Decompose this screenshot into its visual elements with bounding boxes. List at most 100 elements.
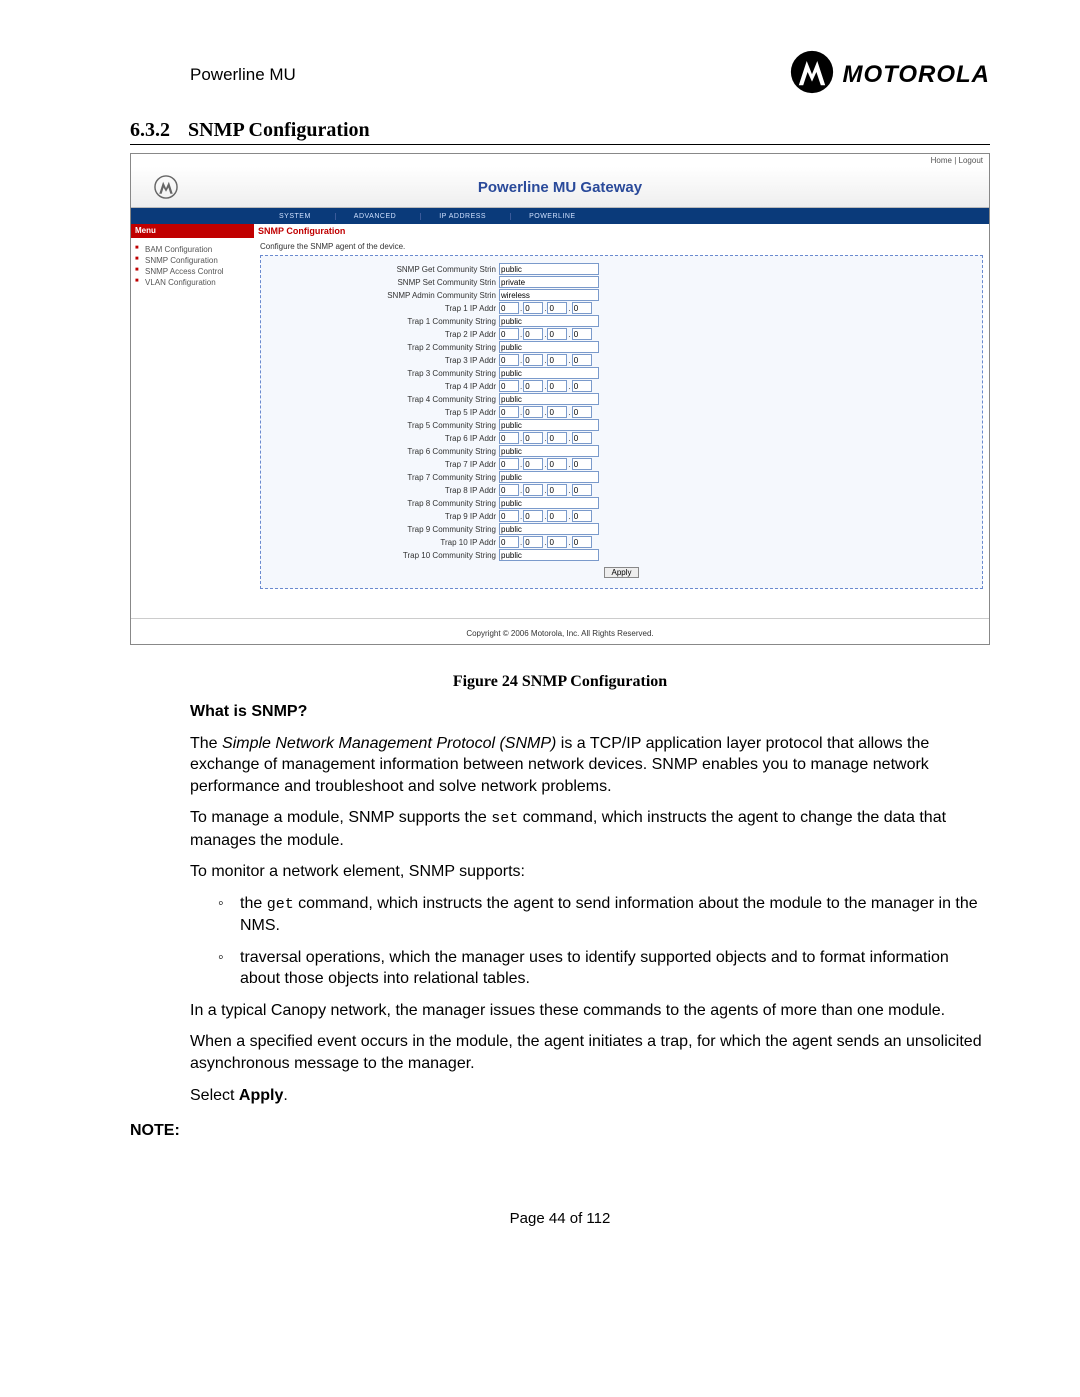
paragraph-6: Select Apply. bbox=[190, 1085, 990, 1107]
trap-9-oct1[interactable] bbox=[499, 510, 519, 522]
admin-community-label: SNMP Admin Community Strin bbox=[271, 291, 499, 300]
nav-advanced[interactable]: ADVANCED bbox=[335, 213, 414, 220]
trap-2-oct1[interactable] bbox=[499, 328, 519, 340]
trap-5-cs-label: Trap 5 Community String bbox=[271, 421, 499, 430]
trap-5-oct4[interactable] bbox=[572, 406, 592, 418]
bullet-traversal: traversal operations, which the manager … bbox=[218, 947, 990, 990]
trap-10-oct3[interactable] bbox=[547, 536, 567, 548]
trap-7-cs-input[interactable] bbox=[499, 471, 599, 483]
trap-10-ip-label: Trap 10 IP Addr bbox=[271, 538, 499, 547]
trap-9-ip-label: Trap 9 IP Addr bbox=[271, 512, 499, 521]
set-community-input[interactable] bbox=[499, 276, 599, 288]
trap-7-oct1[interactable] bbox=[499, 458, 519, 470]
trap-4-oct3[interactable] bbox=[547, 380, 567, 392]
sidebar-item-vlan[interactable]: VLAN Configuration bbox=[143, 277, 250, 288]
trap-6-oct2[interactable] bbox=[523, 432, 543, 444]
trap-8-oct2[interactable] bbox=[523, 484, 543, 496]
sidebar-item-snmp-config[interactable]: SNMP Configuration bbox=[143, 255, 250, 266]
paragraph-4: In a typical Canopy network, the manager… bbox=[190, 1000, 990, 1022]
trap-2-oct3[interactable] bbox=[547, 328, 567, 340]
apply-button[interactable]: Apply bbox=[604, 567, 638, 578]
trap-2-cs-input[interactable] bbox=[499, 341, 599, 353]
section-heading: 6.3.2SNMP Configuration bbox=[130, 119, 990, 145]
get-community-label: SNMP Get Community Strin bbox=[271, 265, 499, 274]
gateway-title: Powerline MU Gateway bbox=[201, 179, 989, 196]
trap-1-cs-input[interactable] bbox=[499, 315, 599, 327]
trap-9-cs-input[interactable] bbox=[499, 523, 599, 535]
trap-10-oct2[interactable] bbox=[523, 536, 543, 548]
nav-system[interactable]: SYSTEM bbox=[261, 213, 329, 220]
trap-3-oct1[interactable] bbox=[499, 354, 519, 366]
trap-8-oct4[interactable] bbox=[572, 484, 592, 496]
top-links[interactable]: Home | Logout bbox=[131, 154, 989, 167]
trap-10-cs-input[interactable] bbox=[499, 549, 599, 561]
trap-8-cs-input[interactable] bbox=[499, 497, 599, 509]
bullet-get: the get command, which instructs the age… bbox=[218, 893, 990, 937]
trap-10-oct4[interactable] bbox=[572, 536, 592, 548]
what-is-snmp-heading: What is SNMP? bbox=[190, 701, 990, 723]
trap-1-oct4[interactable] bbox=[572, 302, 592, 314]
trap-4-cs-input[interactable] bbox=[499, 393, 599, 405]
get-community-input[interactable] bbox=[499, 263, 599, 275]
trap-1-oct3[interactable] bbox=[547, 302, 567, 314]
paragraph-1: The Simple Network Management Protocol (… bbox=[190, 733, 990, 798]
brand-wordmark: MOTOROLA bbox=[842, 61, 990, 89]
body-text: What is SNMP? The Simple Network Managem… bbox=[130, 701, 990, 1106]
nav-ipaddress[interactable]: IP ADDRESS bbox=[420, 213, 504, 220]
trap-4-oct2[interactable] bbox=[523, 380, 543, 392]
trap-5-oct2[interactable] bbox=[523, 406, 543, 418]
paragraph-2: To manage a module, SNMP supports the se… bbox=[190, 807, 990, 851]
trap-5-oct3[interactable] bbox=[547, 406, 567, 418]
trap-3-oct3[interactable] bbox=[547, 354, 567, 366]
trap-7-oct4[interactable] bbox=[572, 458, 592, 470]
page-header: Powerline MU MOTOROLA bbox=[130, 50, 990, 99]
trap-5-cs-input[interactable] bbox=[499, 419, 599, 431]
set-community-label: SNMP Set Community Strin bbox=[271, 278, 499, 287]
trap-3-cs-label: Trap 3 Community String bbox=[271, 369, 499, 378]
trap-7-cs-label: Trap 7 Community String bbox=[271, 473, 499, 482]
trap-2-oct2[interactable] bbox=[523, 328, 543, 340]
trap-10-oct1[interactable] bbox=[499, 536, 519, 548]
trap-8-cs-label: Trap 8 Community String bbox=[271, 499, 499, 508]
nav-powerline[interactable]: POWERLINE bbox=[510, 213, 594, 220]
embedded-screenshot: Home | Logout Powerline MU Gateway SYSTE… bbox=[130, 153, 990, 645]
sidebar: BAM Configuration SNMP Configuration SNM… bbox=[131, 238, 254, 618]
trap-3-oct2[interactable] bbox=[523, 354, 543, 366]
trap-2-ip-label: Trap 2 IP Addr bbox=[271, 330, 499, 339]
trap-1-cs-label: Trap 1 Community String bbox=[271, 317, 499, 326]
trap-6-oct1[interactable] bbox=[499, 432, 519, 444]
trap-6-cs-label: Trap 6 Community String bbox=[271, 447, 499, 456]
trap-8-oct1[interactable] bbox=[499, 484, 519, 496]
trap-2-oct4[interactable] bbox=[572, 328, 592, 340]
trap-9-oct3[interactable] bbox=[547, 510, 567, 522]
brand-logo: MOTOROLA bbox=[790, 50, 990, 99]
page-footer: Page 44 of 112 bbox=[130, 1210, 990, 1227]
trap-6-oct4[interactable] bbox=[572, 432, 592, 444]
trap-1-oct1[interactable] bbox=[499, 302, 519, 314]
sidebar-item-bam[interactable]: BAM Configuration bbox=[143, 244, 250, 255]
trap-8-oct3[interactable] bbox=[547, 484, 567, 496]
trap-1-ip-label: Trap 1 IP Addr bbox=[271, 304, 499, 313]
trap-4-ip-label: Trap 4 IP Addr bbox=[271, 382, 499, 391]
trap-1-oct2[interactable] bbox=[523, 302, 543, 314]
sidebar-item-snmp-access[interactable]: SNMP Access Control bbox=[143, 266, 250, 277]
trap-9-oct4[interactable] bbox=[572, 510, 592, 522]
trap-4-oct4[interactable] bbox=[572, 380, 592, 392]
trap-9-oct2[interactable] bbox=[523, 510, 543, 522]
admin-community-input[interactable] bbox=[499, 289, 599, 301]
trap-4-oct1[interactable] bbox=[499, 380, 519, 392]
trap-7-oct3[interactable] bbox=[547, 458, 567, 470]
motorola-icon bbox=[790, 50, 834, 99]
trap-6-cs-input[interactable] bbox=[499, 445, 599, 457]
trap-9-cs-label: Trap 9 Community String bbox=[271, 525, 499, 534]
trap-3-cs-input[interactable] bbox=[499, 367, 599, 379]
gateway-logo-icon bbox=[131, 175, 201, 199]
trap-7-ip-label: Trap 7 IP Addr bbox=[271, 460, 499, 469]
trap-3-oct4[interactable] bbox=[572, 354, 592, 366]
trap-5-ip-label: Trap 5 IP Addr bbox=[271, 408, 499, 417]
menu-label: Menu bbox=[131, 224, 254, 238]
trap-6-oct3[interactable] bbox=[547, 432, 567, 444]
trap-7-oct2[interactable] bbox=[523, 458, 543, 470]
copyright-text: Copyright © 2006 Motorola, Inc. All Righ… bbox=[131, 618, 989, 644]
trap-5-oct1[interactable] bbox=[499, 406, 519, 418]
